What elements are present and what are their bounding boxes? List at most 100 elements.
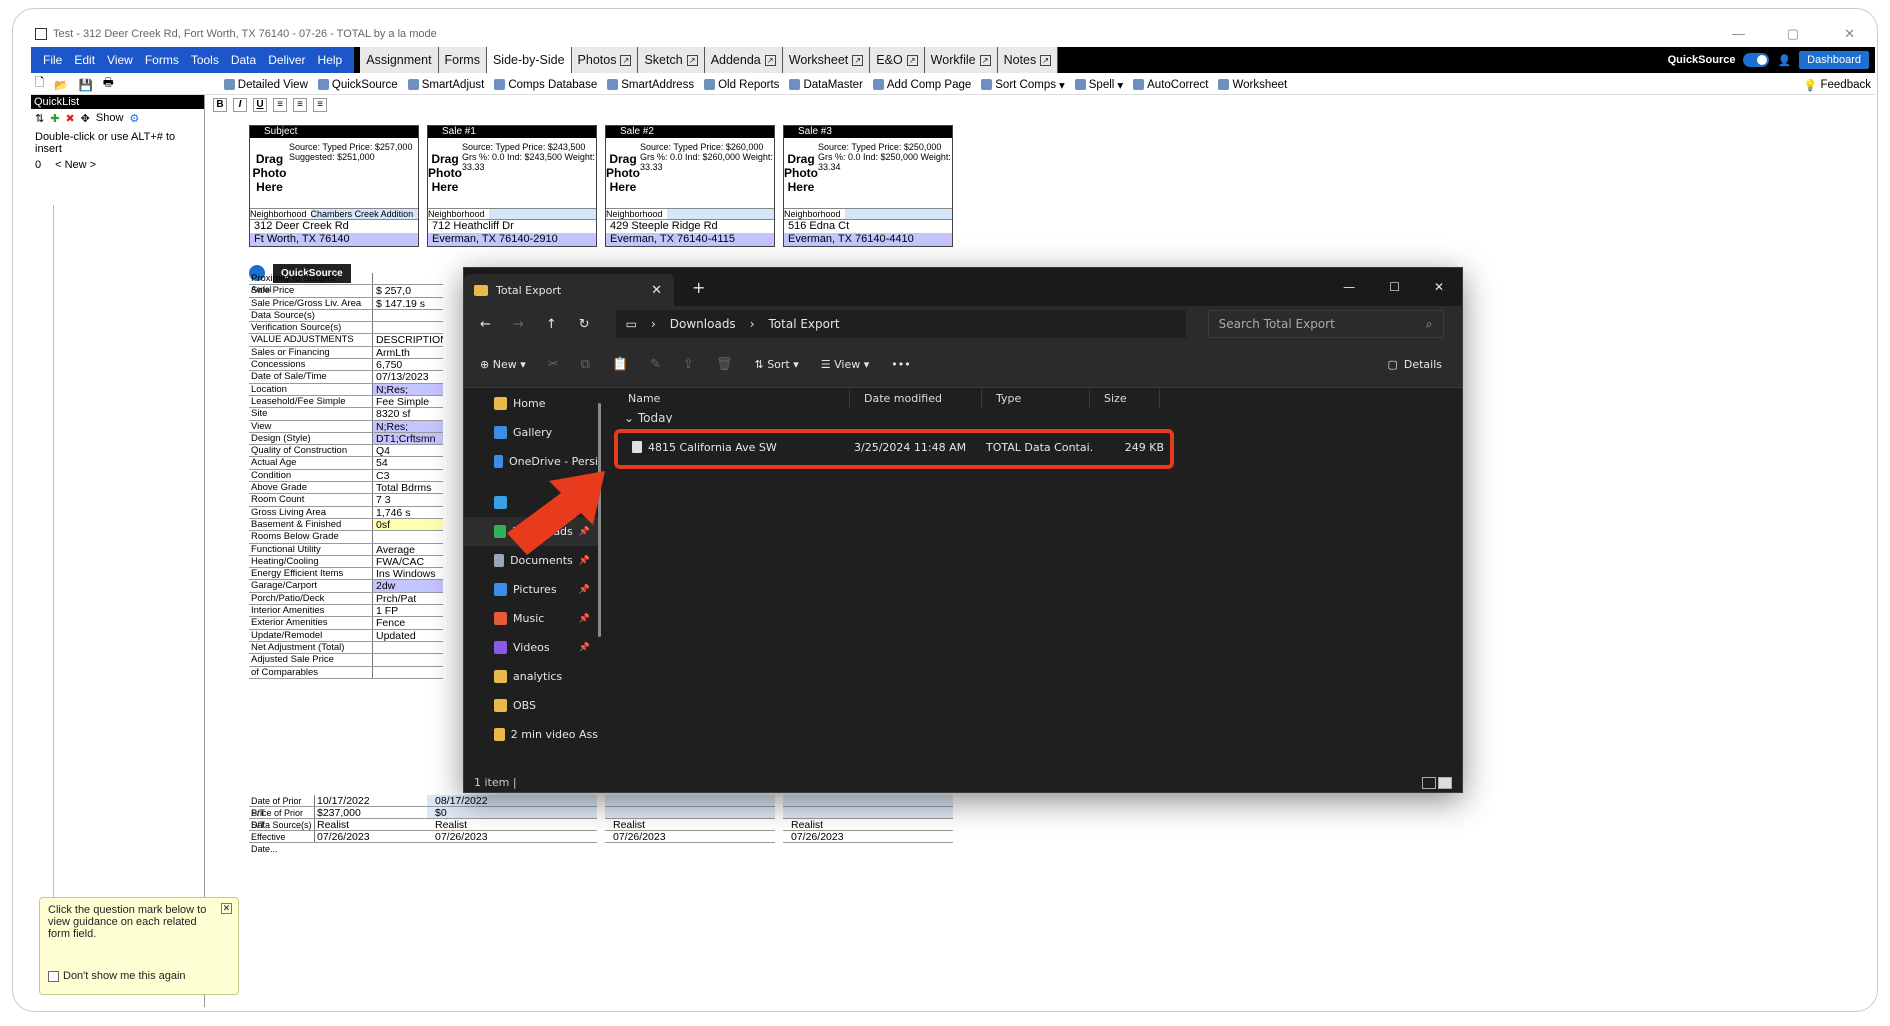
col-type[interactable]: Type: [982, 389, 1090, 409]
row-value[interactable]: Prch/Pat: [373, 593, 443, 604]
nav-item[interactable]: Music 📌: [464, 604, 598, 633]
tab-worksheet[interactable]: Worksheet ↗: [782, 47, 871, 73]
tab-eo[interactable]: E&O ↗: [870, 47, 925, 73]
row-value[interactable]: ArmLth: [373, 347, 443, 358]
photo-drop[interactable]: Drag Photo Here: [428, 138, 462, 208]
row-value[interactable]: N;Res;: [373, 420, 443, 432]
show-button[interactable]: Show: [96, 112, 124, 124]
tab-forms[interactable]: Forms: [438, 47, 487, 73]
user-icon[interactable]: 👤: [1777, 54, 1791, 67]
menu-help[interactable]: Help: [318, 53, 343, 67]
dashboard-button[interactable]: Dashboard: [1799, 51, 1869, 69]
tab-notes[interactable]: Notes ↗: [997, 47, 1059, 73]
up-icon[interactable]: ↑: [546, 317, 557, 332]
row-value[interactable]: [373, 310, 443, 321]
prior-value[interactable]: Realist: [427, 819, 597, 831]
add-icon[interactable]: ✚: [50, 112, 59, 125]
popout-icon[interactable]: ↗: [852, 54, 864, 66]
popout-icon[interactable]: ↗: [620, 54, 632, 66]
details-view-icon[interactable]: [1422, 777, 1436, 789]
prior-value[interactable]: 07/26/2023: [605, 831, 775, 843]
sort-button[interactable]: ⇅ Sort ▾: [754, 358, 798, 371]
popout-icon[interactable]: ↗: [906, 54, 918, 66]
row-value[interactable]: $ 147.19 s: [373, 298, 443, 309]
menu-file[interactable]: File: [43, 53, 62, 67]
italic-button[interactable]: I: [233, 98, 247, 112]
autocorrect-button[interactable]: AutoCorrect: [1133, 79, 1208, 91]
photo-drop[interactable]: Drag Photo Here: [250, 138, 289, 208]
open-file-icon[interactable]: 📂: [54, 78, 68, 92]
prior-value[interactable]: 07/26/2023: [783, 831, 953, 843]
new-file-icon[interactable]: 🗋: [35, 75, 44, 94]
view-button[interactable]: ☰ View ▾: [821, 358, 870, 371]
spell-button[interactable]: Spell ▾: [1074, 78, 1123, 92]
minimize-icon[interactable]: —: [1732, 26, 1745, 41]
row-value[interactable]: [373, 642, 443, 653]
prior-value[interactable]: 08/17/2022: [427, 795, 597, 807]
smartadjust-button[interactable]: SmartAdjust: [407, 79, 484, 91]
tab-workfile[interactable]: Workfile ↗: [924, 47, 998, 73]
close-icon[interactable]: ✕: [1844, 26, 1855, 42]
pin-icon[interactable]: 📌: [579, 585, 590, 595]
close-icon[interactable]: ✕: [1434, 280, 1444, 294]
quicksource-button[interactable]: QuickSource: [317, 79, 398, 91]
minimize-icon[interactable]: —: [1343, 280, 1355, 294]
breadcrumb-downloads[interactable]: Downloads: [670, 317, 736, 331]
row-value[interactable]: Realist: [315, 819, 443, 831]
delete-icon[interactable]: 🗑: [716, 357, 733, 372]
row-value[interactable]: C3: [373, 470, 443, 481]
prior-value[interactable]: [605, 807, 775, 819]
delete-icon[interactable]: ✖: [65, 112, 74, 125]
nav-item[interactable]: OBS: [464, 691, 598, 720]
row-value[interactable]: 1 FP: [373, 605, 443, 616]
col-name[interactable]: Name: [614, 389, 850, 409]
popout-icon[interactable]: ↗: [1040, 54, 1052, 66]
col-size[interactable]: Size: [1090, 389, 1160, 409]
prior-value[interactable]: [783, 807, 953, 819]
row-value[interactable]: 0sf: [373, 518, 443, 531]
align-right-button[interactable]: ≡: [313, 98, 327, 112]
menu-edit[interactable]: Edit: [74, 53, 95, 67]
quicksource-toggle[interactable]: [1743, 53, 1770, 67]
prior-value[interactable]: Realist: [783, 819, 953, 831]
rename-icon[interactable]: ✎: [650, 357, 661, 372]
smartaddress-button[interactable]: SmartAddress: [607, 79, 694, 91]
row-value[interactable]: 7 3: [373, 494, 443, 505]
address-line2[interactable]: Everman, TX 76140-4410: [784, 233, 952, 246]
row-value[interactable]: 07/26/2023: [315, 831, 443, 843]
address-line1[interactable]: 516 Edna Ct: [784, 219, 952, 233]
row-value[interactable]: Updated: [373, 630, 443, 641]
row-value[interactable]: 1,746 s: [373, 507, 443, 518]
datamaster-button[interactable]: DataMaster: [789, 79, 863, 91]
address-line1[interactable]: 312 Deer Creek Rd: [250, 219, 418, 233]
move-icon[interactable]: ✥: [81, 112, 90, 125]
prior-value[interactable]: [783, 795, 953, 807]
share-icon[interactable]: ⇪: [683, 357, 694, 372]
address-line1[interactable]: 429 Steeple Ridge Rd: [606, 219, 774, 233]
underline-button[interactable]: U: [253, 98, 267, 112]
copy-icon[interactable]: ⧉: [581, 357, 590, 372]
popout-icon[interactable]: ↗: [764, 54, 776, 66]
row-value[interactable]: FWA/CAC: [373, 556, 443, 567]
pin-icon[interactable]: 📌: [579, 614, 590, 624]
detailed-view-button[interactable]: Detailed View: [223, 79, 308, 91]
row-value[interactable]: [373, 322, 443, 333]
photo-area[interactable]: Drag Photo Here Source: Typed Price: $260…: [606, 138, 774, 208]
neighborhood-value[interactable]: [666, 209, 774, 219]
tab-addenda[interactable]: Addenda ↗: [704, 47, 783, 73]
row-value[interactable]: DESCRIPTION: [373, 334, 443, 345]
row-value[interactable]: Fee Simple: [373, 396, 443, 407]
prior-value[interactable]: [605, 795, 775, 807]
paste-icon[interactable]: 📋: [612, 357, 628, 372]
nav-item[interactable]: Gallery: [464, 418, 598, 447]
tab-sketch[interactable]: Sketch ↗: [638, 47, 705, 73]
row-value[interactable]: 10/17/2022: [315, 795, 443, 807]
neighborhood-value[interactable]: [844, 209, 952, 219]
tab-assignment[interactable]: Assignment: [360, 47, 439, 73]
menu-data[interactable]: Data: [231, 53, 256, 67]
nav-item[interactable]: 2 min video Ass: [464, 720, 598, 749]
bold-button[interactable]: B: [213, 98, 227, 112]
sort-icon[interactable]: ⇅: [35, 112, 44, 125]
row-value[interactable]: Fence: [373, 617, 443, 628]
row-value[interactable]: Average: [373, 544, 443, 555]
